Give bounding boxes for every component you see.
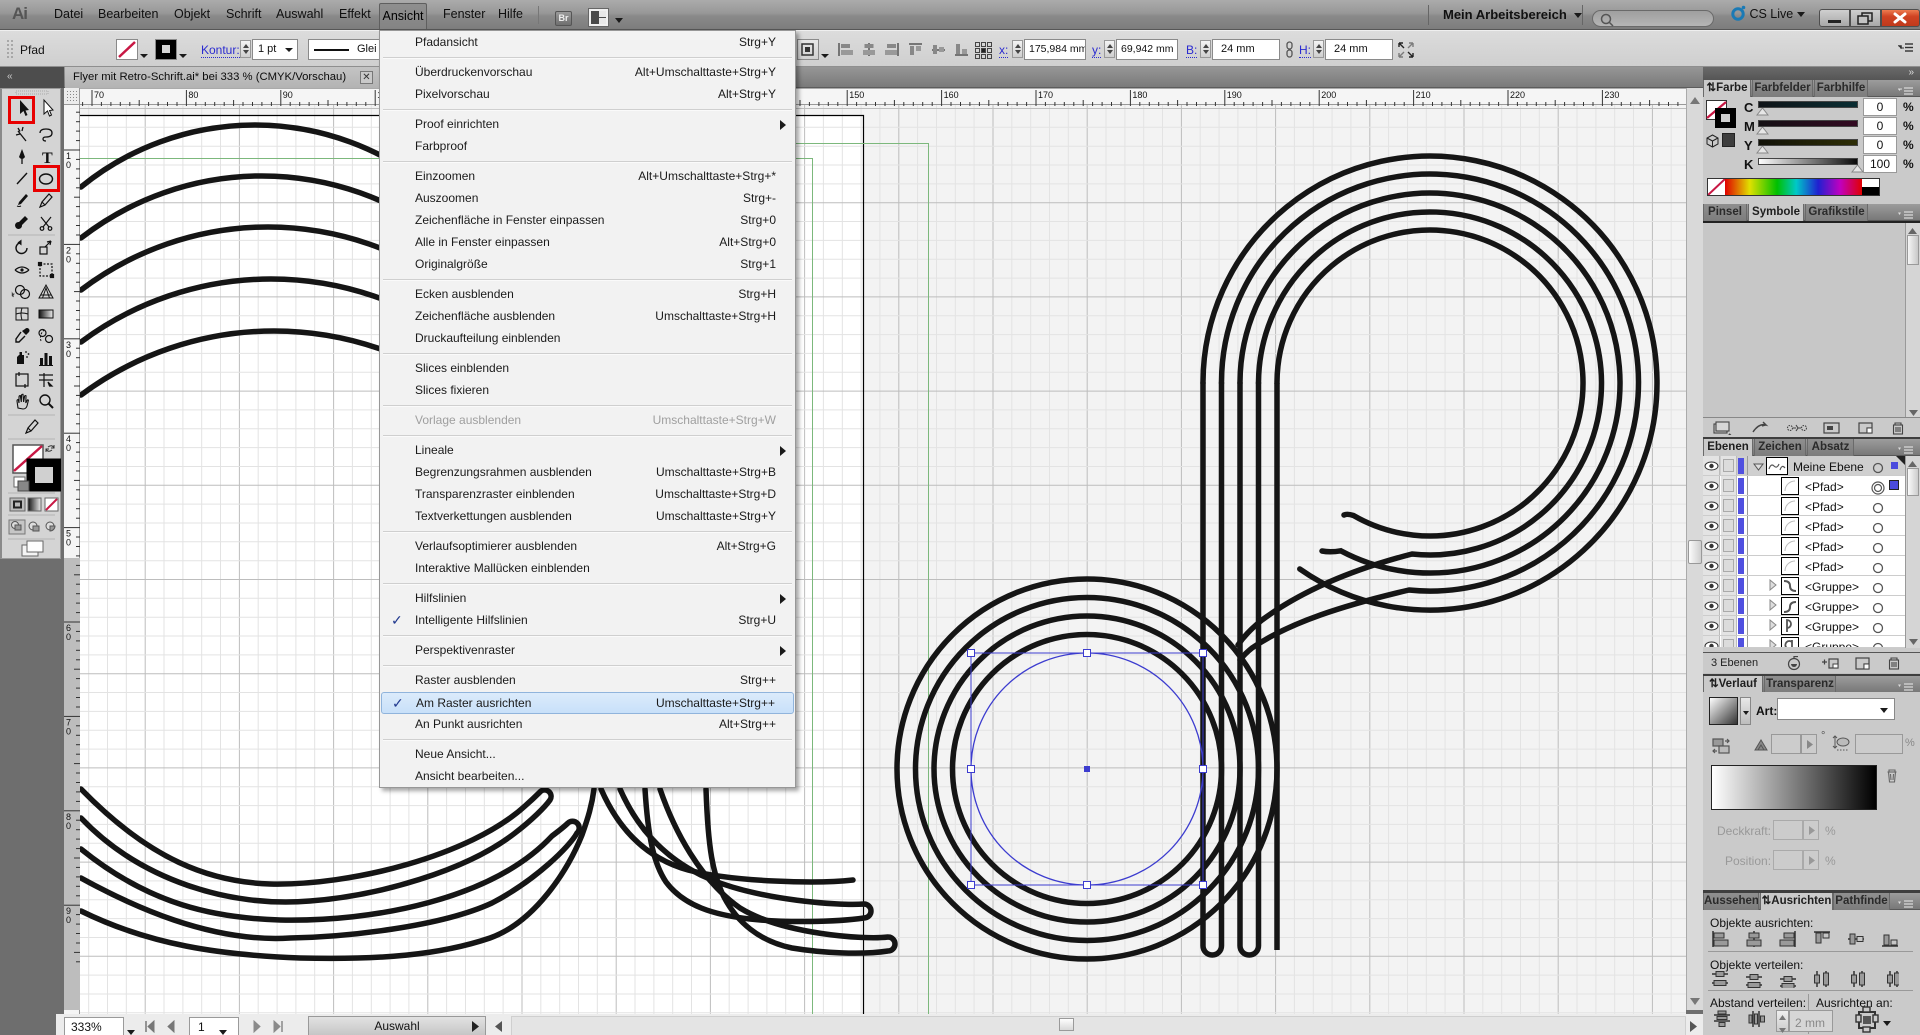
svg-text:0: 0 [66,349,71,359]
svg-text:0: 0 [66,915,71,925]
svg-text:150: 150 [849,90,864,100]
svg-text:80: 80 [188,90,198,100]
svg-text:180: 180 [1132,90,1147,100]
svg-text:200: 200 [1321,90,1336,100]
svg-text:160: 160 [944,90,959,100]
svg-text:0: 0 [66,443,71,453]
svg-text:230: 230 [1604,90,1619,100]
svg-text:0: 0 [66,160,71,170]
svg-text:90: 90 [283,90,293,100]
svg-text:70: 70 [94,90,104,100]
svg-text:170: 170 [1038,90,1053,100]
svg-text:220: 220 [1510,90,1525,100]
svg-text:190: 190 [1227,90,1242,100]
svg-text:0: 0 [66,254,71,264]
svg-text:0: 0 [66,632,71,642]
svg-text:0: 0 [66,821,71,831]
svg-text:210: 210 [1416,90,1431,100]
svg-text:0: 0 [66,726,71,736]
svg-text:0: 0 [66,538,71,548]
